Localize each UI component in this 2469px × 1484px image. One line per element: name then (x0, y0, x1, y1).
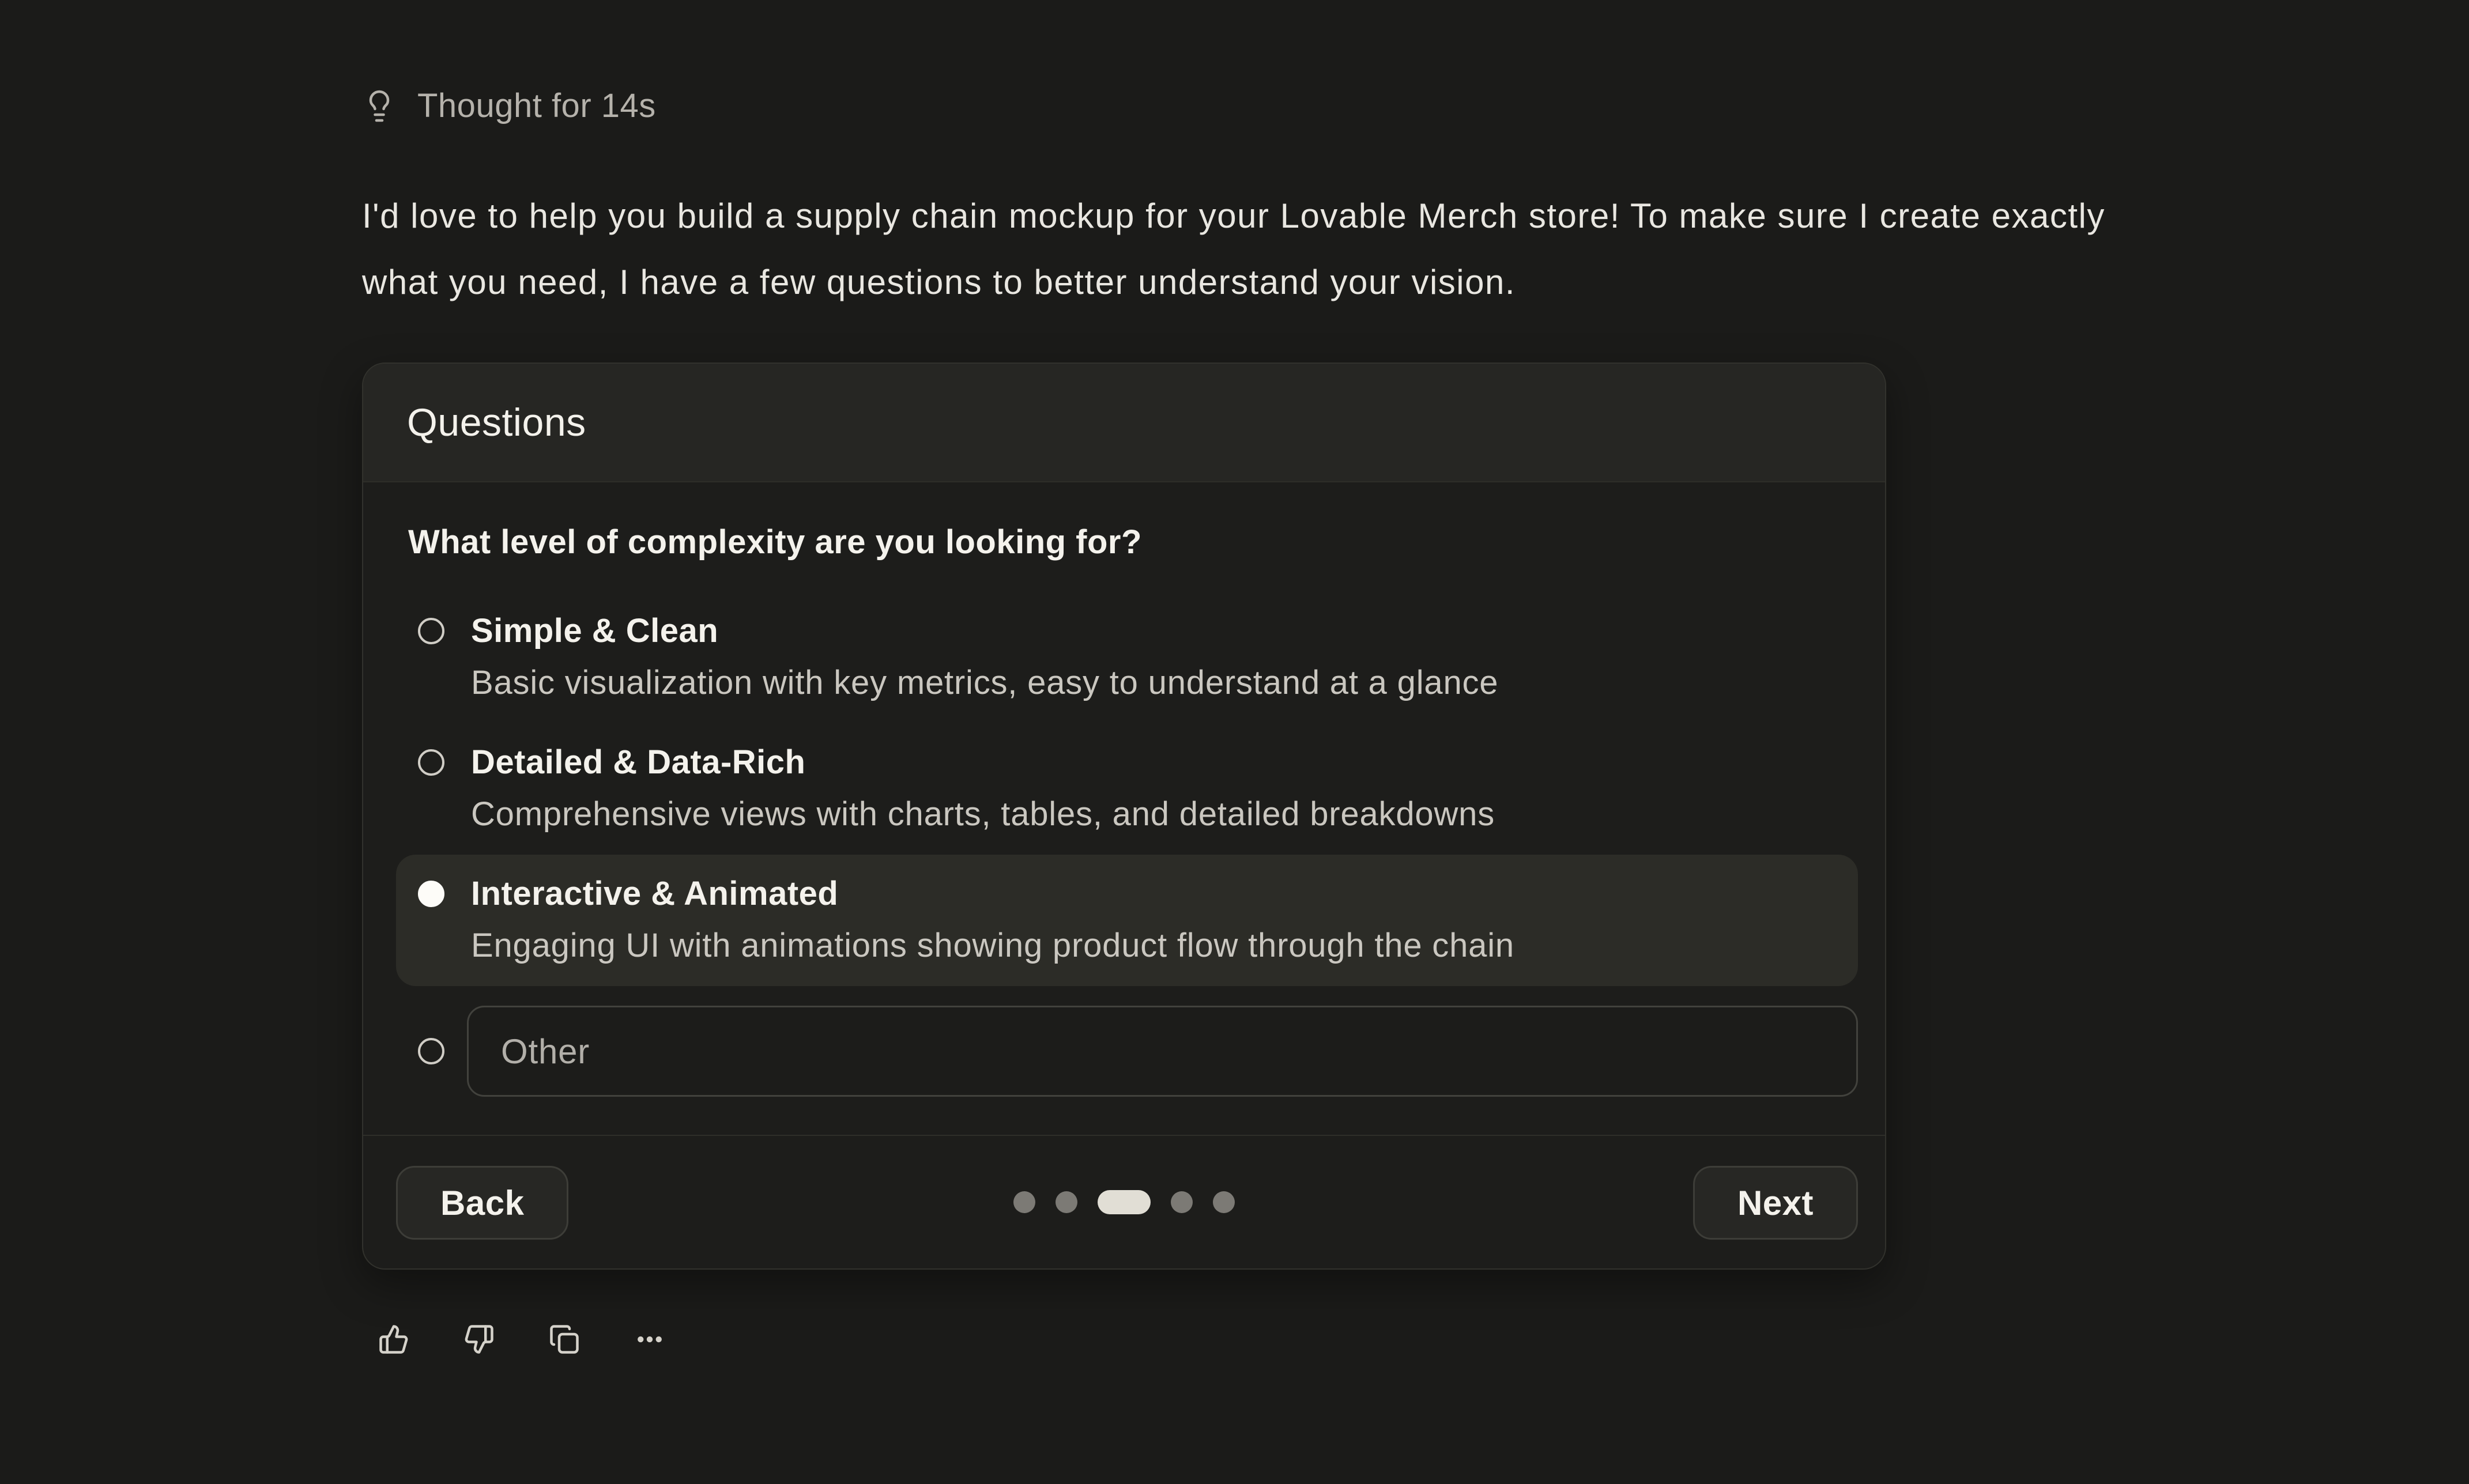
radio-unselected-icon[interactable] (418, 618, 444, 644)
lightbulb-icon (362, 89, 397, 123)
questions-card-header: Questions (363, 364, 1885, 482)
chat-assistant-turn: Thought for 14s I'd love to help you bui… (0, 0, 2469, 1484)
option-text: Simple & Clean Basic visualization with … (471, 611, 1498, 701)
questions-card: Questions What level of complexity are y… (362, 362, 1886, 1270)
option-detailed-data-rich[interactable]: Detailed & Data-Rich Comprehensive views… (396, 723, 1858, 855)
thumbs-up-button[interactable] (378, 1324, 409, 1355)
thumbs-down-button[interactable] (463, 1324, 495, 1355)
thumbs-up-icon (378, 1324, 409, 1355)
option-description: Comprehensive views with charts, tables,… (471, 796, 1495, 833)
copy-icon (549, 1324, 580, 1355)
thought-duration-label: Thought for 14s (417, 86, 656, 125)
questions-card-body: What level of complexity are you looking… (363, 482, 1885, 1135)
option-text: Interactive & Animated Engaging UI with … (471, 874, 1514, 964)
more-options-icon (634, 1324, 665, 1355)
assistant-message-text: I'd love to help you build a supply chai… (362, 183, 2166, 315)
page-dot-4 (1171, 1191, 1193, 1213)
option-description: Basic visualization with key metrics, ea… (471, 664, 1498, 701)
option-label: Simple & Clean (471, 611, 1498, 651)
option-description: Engaging UI with animations showing prod… (471, 927, 1514, 964)
radio-unselected-icon[interactable] (418, 1038, 444, 1064)
back-button[interactable]: Back (396, 1166, 568, 1240)
option-interactive-animated-selected[interactable]: Interactive & Animated Engaging UI with … (396, 855, 1858, 986)
option-label: Detailed & Data-Rich (471, 743, 1495, 782)
question-text: What level of complexity are you looking… (408, 523, 1858, 562)
next-button[interactable]: Next (1693, 1166, 1858, 1240)
page-dot-2 (1056, 1191, 1077, 1213)
copy-button[interactable] (549, 1324, 580, 1355)
other-text-input[interactable] (467, 1006, 1858, 1097)
card-title: Questions (407, 399, 1841, 445)
radio-selected-icon[interactable] (418, 881, 444, 907)
page-dot-1 (1013, 1191, 1035, 1213)
option-simple-clean[interactable]: Simple & Clean Basic visualization with … (396, 592, 1858, 723)
options-list: Simple & Clean Basic visualization with … (396, 592, 1858, 1097)
thumbs-down-icon (463, 1324, 495, 1355)
option-other[interactable] (396, 1006, 1858, 1097)
questions-card-footer: Back Next (363, 1135, 1885, 1268)
radio-unselected-icon[interactable] (418, 749, 444, 776)
message-actions-row (378, 1324, 2469, 1355)
page-dot-5 (1213, 1191, 1235, 1213)
option-text: Detailed & Data-Rich Comprehensive views… (471, 743, 1495, 833)
pagination-dots (1013, 1190, 1235, 1214)
option-label: Interactive & Animated (471, 874, 1514, 913)
more-options-button[interactable] (634, 1324, 665, 1355)
thought-duration-toggle[interactable]: Thought for 14s (362, 86, 656, 125)
page-dot-3-active (1098, 1190, 1151, 1214)
